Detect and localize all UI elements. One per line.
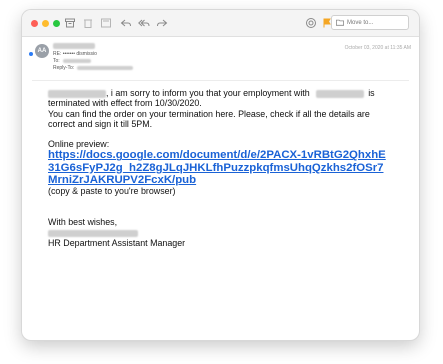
- body-line-3: You can find the order on your terminati…: [48, 108, 370, 129]
- recipient-name: [48, 89, 106, 98]
- archive-icon[interactable]: [64, 17, 76, 29]
- subject-text: RE: ••••••• dismissio: [53, 51, 97, 57]
- message-body: , i am sorry to inform you that your emp…: [48, 88, 388, 248]
- header-divider: [32, 80, 409, 81]
- move-to-button[interactable]: Move to...: [331, 15, 409, 30]
- body-line-2: terminated with effect from 10/30/2020.: [48, 98, 202, 109]
- mail-window: ⌄ Move to... AA RE: ••••••• dismissio To…: [22, 10, 419, 340]
- junk-icon[interactable]: [100, 17, 112, 29]
- mute-icon[interactable]: [305, 17, 317, 29]
- message-header: AA RE: ••••••• dismissio To: Reply-To: O…: [22, 37, 419, 81]
- close-button[interactable]: [31, 19, 38, 27]
- to-address[interactable]: [62, 59, 91, 63]
- company-name: [316, 89, 365, 98]
- subject-line: RE: ••••••• dismissio: [53, 51, 97, 57]
- closing: With best wishes,: [48, 217, 118, 228]
- copy-note: (copy & paste to you're browser): [48, 186, 176, 197]
- move-to-label: Move to...: [347, 19, 374, 26]
- minimize-button[interactable]: [42, 19, 49, 27]
- window-controls: [31, 19, 60, 27]
- signature-title: HR Department Assistant Manager: [48, 237, 186, 248]
- reply-to-address[interactable]: [77, 66, 134, 70]
- folder-icon: [336, 19, 344, 26]
- reply-to-line: Reply-To:: [53, 65, 134, 71]
- body-line-1: , i am sorry to inform you that your emp…: [48, 88, 388, 98]
- message-date: October 03, 2020 at 11:35 AM: [344, 45, 411, 51]
- reply-to-label: Reply-To:: [53, 65, 75, 71]
- trash-icon[interactable]: [82, 17, 94, 29]
- toolbar: ⌄ Move to...: [22, 10, 419, 37]
- signature-name: [48, 228, 388, 238]
- reply-icon[interactable]: [120, 17, 132, 29]
- preview-label: Online preview:: [48, 139, 110, 150]
- body-line-1-is: is: [368, 88, 375, 98]
- termination-document-link[interactable]: https://docs.google.com/document/d/e/2PA…: [48, 149, 386, 185]
- avatar: AA: [35, 44, 49, 58]
- unread-indicator: [29, 52, 33, 56]
- to-line: To:: [53, 58, 91, 64]
- forward-icon[interactable]: [156, 17, 168, 29]
- sender-name[interactable]: [53, 43, 95, 49]
- reply-all-icon[interactable]: [138, 17, 150, 29]
- body-line-1-text: , i am sorry to inform you that your emp…: [106, 88, 310, 98]
- maximize-button[interactable]: [53, 19, 60, 27]
- to-label: To:: [53, 58, 60, 64]
